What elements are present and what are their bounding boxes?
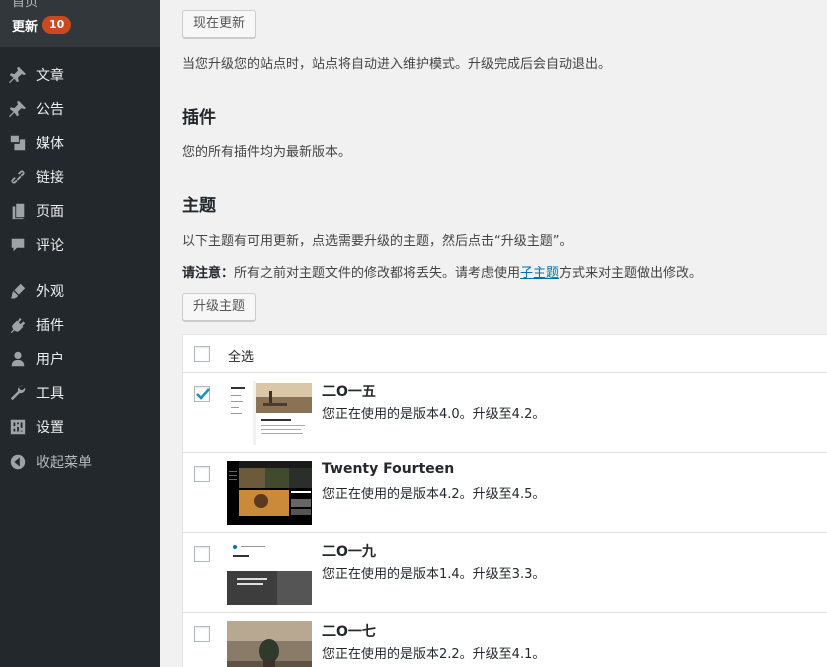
updates-submenu: 首页 更新 10: [0, 0, 160, 47]
link-icon: [8, 167, 28, 187]
theme-name: 二O一九: [322, 544, 376, 560]
child-theme-link[interactable]: 子主题: [520, 266, 559, 281]
theme-version-info: 您正在使用的是版本2.2。升级至4.1。: [322, 647, 546, 662]
theme-name: 二O一七: [322, 624, 376, 640]
sidebar-item-pages[interactable]: 页面: [0, 194, 160, 228]
sidebar-item-appearance[interactable]: 外观: [0, 274, 160, 308]
theme-screenshot: [227, 541, 312, 605]
updates-page: 现在更新 当您升级您的站点时，站点将自动进入维护模式。升级完成后会自动退出。 插…: [160, 0, 827, 667]
sidebar-item-label: 评论: [36, 238, 64, 254]
sidebar-item-media[interactable]: 媒体: [0, 126, 160, 160]
theme-screenshot: [227, 381, 312, 445]
select-all-checkbox[interactable]: [194, 346, 210, 362]
theme-checkbox[interactable]: [194, 466, 210, 482]
table-row: 二O一五 您正在使用的是版本4.0。升级至4.2。: [183, 373, 827, 453]
theme-screenshot: [227, 461, 312, 525]
theme-version-info: 您正在使用的是版本4.0。升级至4.2。: [322, 407, 546, 422]
collapse-menu-button[interactable]: 收起菜单: [0, 445, 160, 479]
sidebar-item-links[interactable]: 链接: [0, 160, 160, 194]
sidebar-item-label: 用户: [36, 352, 64, 368]
table-row: 二O一七 您正在使用的是版本2.2。升级至4.1。: [183, 613, 827, 667]
sidebar-item-label: 工具: [36, 386, 64, 402]
plugin-icon: [8, 315, 28, 335]
theme-name: 二O一五: [322, 384, 376, 400]
sidebar-item-label: 页面: [36, 204, 64, 220]
admin-sidebar: 首页 更新 10 文章 公告 媒体 链接 页面 评论 外观 插件 用户 工具 设…: [0, 0, 160, 667]
theme-version-info: 您正在使用的是版本1.4。升级至3.3。: [322, 567, 546, 582]
notice-strong: 请注意：: [182, 266, 235, 281]
updates-label: 更新: [12, 19, 39, 35]
theme-checkbox[interactable]: [194, 386, 210, 402]
notice-text-after: 方式来对主题做出修改。: [559, 266, 703, 281]
user-icon: [8, 349, 28, 369]
upgrade-themes-button[interactable]: 升级主题: [182, 293, 257, 321]
sidebar-item-label: 链接: [36, 170, 64, 186]
updates-count-badge: 10: [42, 16, 72, 34]
comment-icon: [8, 235, 28, 255]
sidebar-item-label: 公告: [36, 102, 64, 118]
page-icon: [8, 201, 28, 221]
sidebar-item-label: 文章: [36, 68, 64, 84]
notice-text-before: 所有之前对主题文件的修改都将丢失。请考虑使用: [234, 266, 521, 281]
settings-icon: [8, 417, 28, 437]
table-row: Twenty Fourteen 您正在使用的是版本4.2。升级至4.5。: [183, 453, 827, 533]
sidebar-item-label: 设置: [36, 420, 64, 436]
sidebar-item-label: 外观: [36, 284, 64, 300]
table-row: 二O一九 您正在使用的是版本1.4。升级至3.3。: [183, 533, 827, 613]
theme-checkbox[interactable]: [194, 626, 210, 642]
theme-version-info: 您正在使用的是版本4.2。升级至4.5。: [322, 487, 546, 502]
checkmark-icon: [196, 388, 210, 400]
brush-icon: [8, 281, 28, 301]
sidebar-item-plugins[interactable]: 插件: [0, 308, 160, 342]
themes-table: 全选 二O一五 您正在使用的是版本4.0。升级至4.2。 Twenty Four…: [182, 334, 827, 667]
collapse-icon: [8, 452, 28, 472]
submenu-item-updates[interactable]: 更新 10: [12, 15, 72, 35]
sidebar-item-tools[interactable]: 工具: [0, 376, 160, 410]
pin-icon: [8, 99, 28, 119]
sidebar-item-notices[interactable]: 公告: [0, 92, 160, 126]
themes-notice: 请注意：所有之前对主题文件的修改都将丢失。请考虑使用子主题方式来对主题做出修改。: [182, 262, 702, 281]
themes-heading: 主题: [182, 196, 216, 216]
wrench-icon: [8, 383, 28, 403]
theme-name: Twenty Fourteen: [322, 461, 455, 477]
maintenance-note: 当您升级您的站点时，站点将自动进入维护模式。升级完成后会自动退出。: [182, 57, 612, 72]
plugins-heading: 插件: [182, 108, 216, 128]
sidebar-item-posts[interactable]: 文章: [0, 58, 160, 92]
sidebar-item-users[interactable]: 用户: [0, 342, 160, 376]
submenu-item-home[interactable]: 首页: [12, 0, 38, 10]
sidebar-item-comments[interactable]: 评论: [0, 228, 160, 262]
sidebar-item-label: 插件: [36, 318, 64, 334]
theme-screenshot: [227, 621, 312, 667]
themes-intro: 以下主题有可用更新，点选需要升级的主题，然后点击“升级主题”。: [182, 234, 573, 249]
media-icon: [8, 133, 28, 153]
theme-checkbox[interactable]: [194, 546, 210, 562]
pin-icon: [8, 65, 28, 85]
collapse-menu-label: 收起菜单: [36, 455, 92, 471]
update-now-button[interactable]: 现在更新: [182, 10, 257, 38]
table-header: 全选: [183, 335, 827, 373]
sidebar-item-label: 媒体: [36, 136, 64, 152]
plugins-status: 您的所有插件均为最新版本。: [182, 145, 352, 160]
select-all-label[interactable]: 全选: [228, 346, 254, 365]
sidebar-item-settings[interactable]: 设置: [0, 410, 160, 444]
